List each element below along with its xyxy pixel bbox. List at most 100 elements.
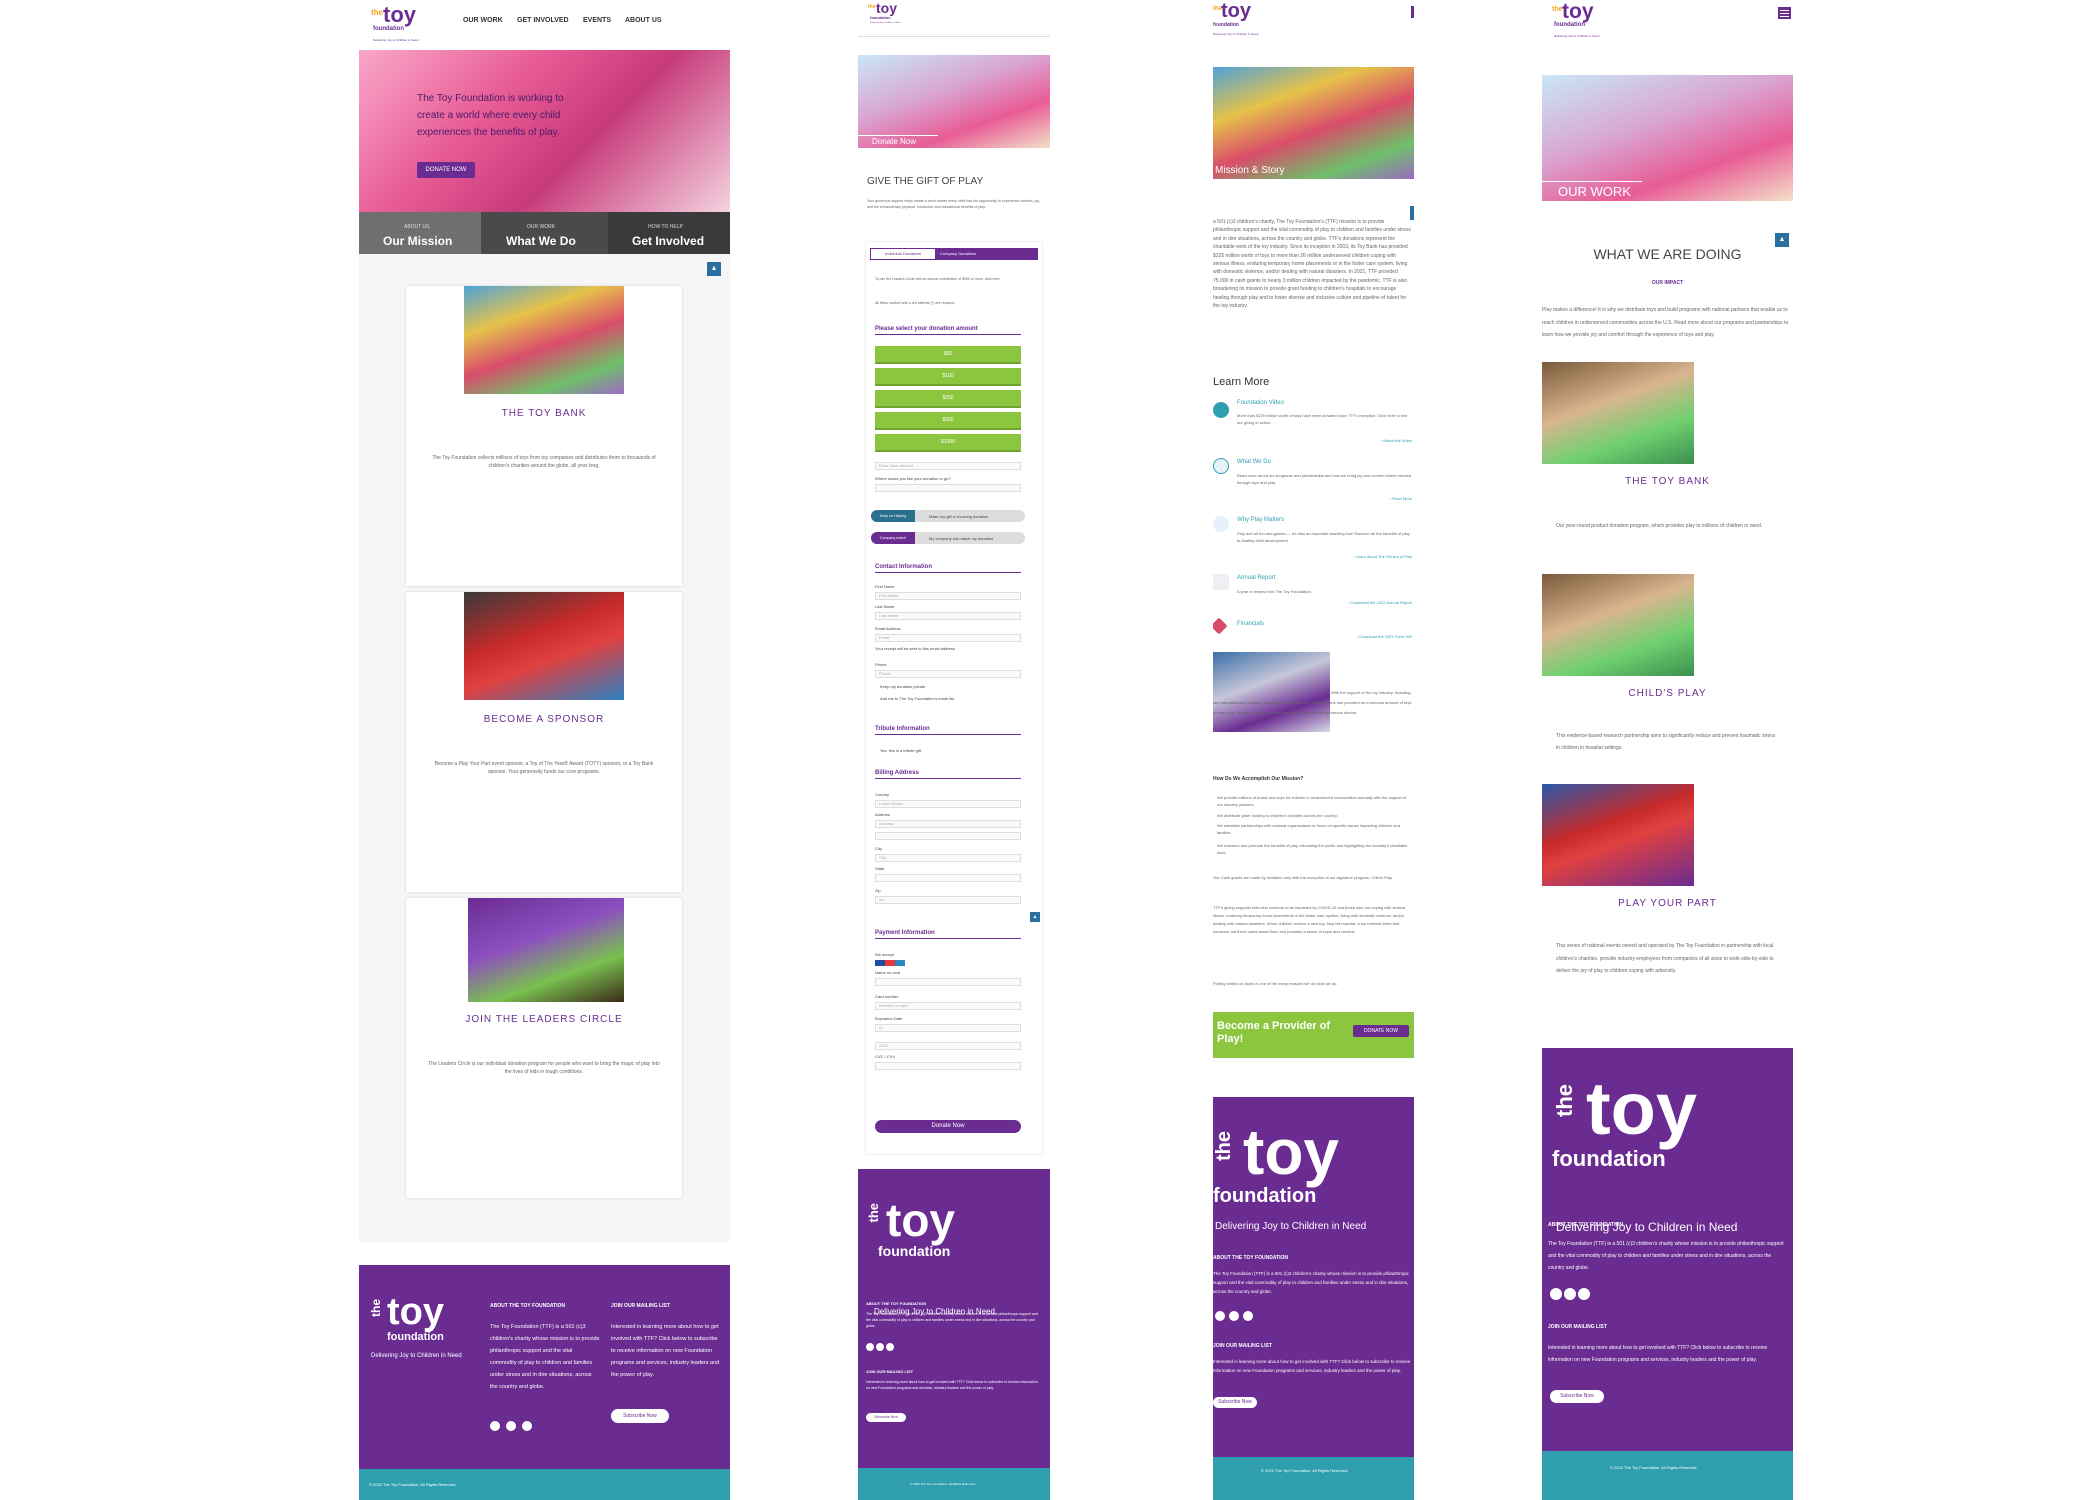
genius-of-play-icon (1213, 516, 1229, 532)
exp-year-select[interactable]: 2023 (875, 1042, 1021, 1050)
card-number-input[interactable]: Number on card (875, 1002, 1021, 1010)
financials-icon (1213, 617, 1228, 635)
menu-icon[interactable] (1411, 6, 1414, 18)
footer-logo: the toy foundation Delivering Joy to Chi… (369, 1291, 462, 1359)
copyright-bar: © 2022 The Toy Foundation. All Rights Re… (1542, 1451, 1793, 1500)
tab-our-mission[interactable]: ABOUT US Our Mission (359, 212, 481, 254)
phone-input[interactable]: Phone (875, 670, 1021, 678)
amount-500-button[interactable]: $500 (875, 412, 1021, 430)
tribute-checkbox[interactable]: Yes, this is a tribute gift (880, 748, 921, 753)
facebook-icon[interactable] (866, 1343, 874, 1351)
cta-donate-button[interactable]: DONATE NOW (1353, 1025, 1409, 1037)
site-logo[interactable]: the toy foundation Delivering Joy to Chi… (868, 0, 908, 28)
scroll-top-icon[interactable]: ▲ (707, 262, 721, 276)
subscribe-button[interactable]: Subscribe Now (1213, 1397, 1257, 1408)
site-logo[interactable]: the toy foundation Delivering Joy to Chi… (1552, 0, 1612, 42)
twitter-icon[interactable] (1229, 1311, 1239, 1321)
hero-image: The Toy Foundation is working to create … (359, 50, 730, 212)
instagram-icon[interactable] (886, 1343, 894, 1351)
instagram-icon[interactable] (1578, 1288, 1590, 1300)
form-990-link[interactable]: › Download the 2021 Form 990 (1357, 634, 1412, 639)
amount-50-button[interactable]: $50 (875, 346, 1021, 364)
site-logo[interactable]: the toy foundation Delivering Joy to Chi… (371, 2, 431, 44)
state-select[interactable] (875, 874, 1021, 882)
first-name-input[interactable]: First Name (875, 592, 1021, 600)
twitter-icon[interactable] (1564, 1288, 1576, 1300)
copyright-bar: © 2022 The Toy Foundation. All Rights Re… (1213, 1457, 1414, 1500)
card-leaders-circle[interactable]: JOIN THE LEADERS CIRCLE The Leaders Circ… (406, 898, 682, 1198)
toy-bank-image (464, 286, 624, 394)
scroll-top-icon[interactable]: ▲ (1775, 233, 1789, 247)
donate-submit-button[interactable]: Donate Now (875, 1120, 1021, 1133)
scroll-top-icon[interactable]: ▲ (1030, 912, 1040, 922)
menu-icon[interactable] (1778, 7, 1791, 19)
instagram-icon[interactable] (1243, 1311, 1253, 1321)
card-name-input[interactable] (875, 978, 1021, 986)
card-toy-bank[interactable]: THE TOY BANK The Toy Foundation collects… (406, 286, 682, 586)
report-icon (1213, 574, 1229, 590)
card-title: THE TOY BANK (501, 408, 587, 419)
tab-individual-donations[interactable]: Individual Donations (870, 248, 936, 260)
footer: the toy foundation Delivering Joy to Chi… (1542, 1048, 1793, 1451)
twitter-icon[interactable] (876, 1343, 884, 1351)
play-your-part-image (1542, 784, 1694, 886)
hero-text: The Toy Foundation is working to create … (417, 93, 564, 138)
footer-logo: the toy foundation Delivering Joy to Chi… (1213, 1116, 1367, 1232)
facebook-icon[interactable] (1550, 1288, 1562, 1300)
footer: the toy foundation Delivering Joy to Chi… (359, 1265, 730, 1469)
twitter-icon[interactable] (506, 1421, 516, 1431)
facebook-icon[interactable] (490, 1421, 500, 1431)
email-list-checkbox[interactable]: Add me to The Toy Foundation's email lis… (880, 696, 954, 701)
annual-report-link[interactable]: › Download the 2022 Annual Report (1349, 600, 1412, 605)
donate-page: the toy foundation Delivering Joy to Chi… (858, 0, 1050, 1500)
facebook-icon[interactable] (1215, 1311, 1225, 1321)
zip-input[interactable]: Zip (875, 896, 1021, 904)
hero-donate-button[interactable]: DONATE NOW (417, 162, 475, 178)
toy-bank-image (1542, 362, 1694, 464)
donate-heading: GIVE THE GIFT OF PLAY (867, 176, 984, 187)
company-match-toggle[interactable]: Company match My company will match my d… (871, 532, 1025, 544)
subscribe-button[interactable]: Subscribe Now (611, 1409, 669, 1423)
amount-100-button[interactable]: $100 (875, 368, 1021, 386)
recurring-toggle[interactable]: Keep on Helping Make my gift a recurring… (871, 510, 1025, 522)
last-name-input[interactable]: Last Name (875, 612, 1021, 620)
instagram-icon[interactable] (522, 1421, 532, 1431)
card-logos-icon (875, 960, 905, 966)
nav-our-work[interactable]: OUR WORK (463, 17, 503, 24)
copyright-bar: © 2022 The Toy Foundation. All Rights Re… (858, 1468, 1050, 1500)
genius-of-play-link[interactable]: › Learn about The Genius of Play (1353, 554, 1412, 559)
private-checkbox[interactable]: Keep my donation private (880, 684, 925, 689)
nav-events[interactable]: EVENTS (583, 17, 611, 24)
hands-icon (1213, 458, 1229, 474)
footer: the toy foundation Delivering Joy to Chi… (858, 1169, 1050, 1468)
watch-video-link[interactable]: › Watch the Video (1380, 438, 1412, 443)
subscribe-button[interactable]: Subscribe Now (1550, 1390, 1604, 1403)
city-input[interactable]: City (875, 854, 1021, 862)
email-input[interactable]: Email (875, 634, 1021, 642)
subscribe-button[interactable]: Subscribe Now (866, 1413, 906, 1422)
home-page: the toy foundation Delivering Joy to Chi… (359, 0, 730, 1500)
other-amount-input[interactable]: Enter other amount (875, 462, 1021, 470)
exp-month-select[interactable]: 01 (875, 1024, 1021, 1032)
play-video-icon[interactable] (1213, 402, 1229, 418)
tab-company-donations[interactable]: Company Donations (936, 248, 1038, 260)
mission-body: a 501 (c)3 children's charity, The Toy F… (1213, 219, 1411, 310)
country-select[interactable]: United States (875, 800, 1021, 808)
donation-form: Individual Donations Company Donations T… (866, 242, 1042, 1154)
address2-input[interactable] (875, 832, 1021, 840)
mission-page: the toy foundation Delivering Joy to Chi… (1213, 0, 1414, 1500)
nav-get-involved[interactable]: GET INVOLVED (517, 17, 569, 24)
amount-1000-button[interactable]: $1000 (875, 434, 1021, 452)
read-more-link[interactable]: › Read More (1390, 496, 1412, 501)
card-sponsor[interactable]: BECOME A SPONSOR Become a Play Your Part… (406, 592, 682, 892)
designation-select[interactable] (875, 484, 1021, 492)
provider-cta-banner: Become a Provider of Play! DONATE NOW (1213, 1012, 1414, 1058)
site-logo[interactable]: the toy foundation Delivering Joy to Chi… (1213, 0, 1263, 40)
leaders-image (468, 898, 624, 1002)
tab-what-we-do[interactable]: OUR WORK What We Do (481, 212, 608, 254)
tab-get-involved[interactable]: HOW TO HELP Get Involved (608, 212, 730, 254)
cvc-input[interactable] (875, 1062, 1021, 1070)
nav-about-us[interactable]: ABOUT US (625, 17, 662, 24)
address-input[interactable]: Address (875, 820, 1021, 828)
amount-250-button[interactable]: $250 (875, 390, 1021, 408)
